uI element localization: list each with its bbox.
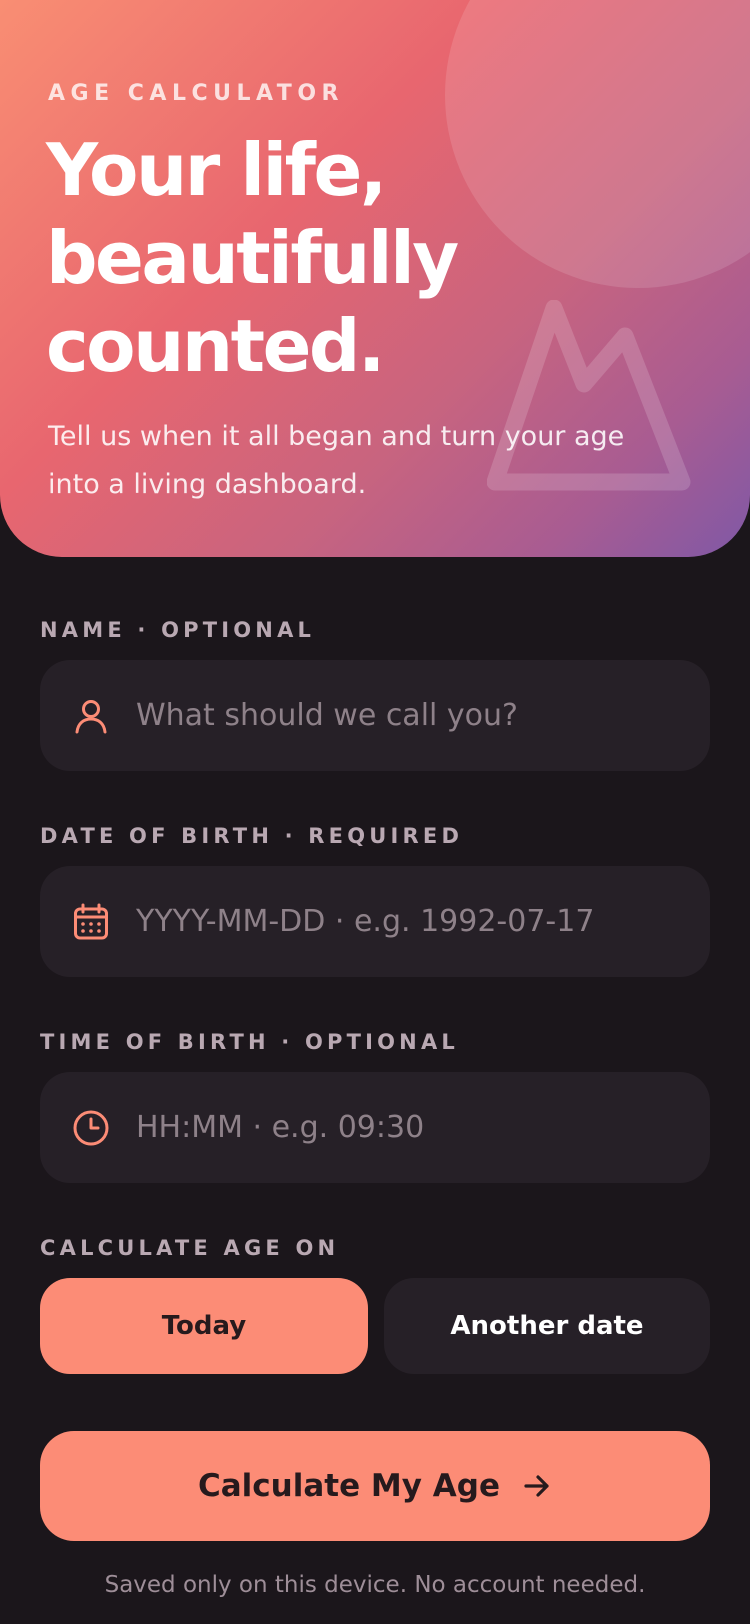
- clock-icon: [73, 1110, 109, 1146]
- hero-subtitle: Tell us when it all began and turn your …: [48, 421, 625, 500]
- privacy-footnote: Saved only on this device. No account ne…: [104, 1572, 646, 1598]
- tob-input[interactable]: [136, 1072, 686, 1183]
- eyebrow-label: AGE CALCULATOR: [48, 81, 344, 106]
- tob-field[interactable]: [40, 1072, 710, 1183]
- calendar-icon: [74, 903, 108, 940]
- dob-field[interactable]: [40, 866, 710, 977]
- hero-banner: AGE CALCULATOR Your life, beautifully co…: [0, 0, 750, 557]
- calculate-button-label: Calculate My Age: [198, 1468, 500, 1504]
- today-option-button[interactable]: Today: [40, 1278, 368, 1374]
- dob-label: DATE OF BIRTH · REQUIRED: [40, 824, 464, 848]
- dob-input[interactable]: [136, 866, 686, 977]
- another-date-option-button[interactable]: Another date: [384, 1278, 710, 1374]
- calculate-button[interactable]: Calculate My Age: [40, 1431, 710, 1541]
- calc-on-label: CALCULATE AGE ON: [40, 1236, 340, 1260]
- name-field[interactable]: [40, 660, 710, 771]
- tob-label: TIME OF BIRTH · OPTIONAL: [40, 1030, 459, 1054]
- person-icon: [75, 700, 107, 734]
- name-input[interactable]: [136, 660, 686, 771]
- arrow-right-icon: [524, 1475, 549, 1497]
- name-label: NAME · OPTIONAL: [40, 618, 316, 642]
- page-title: Your life, beautifully counted.: [46, 128, 459, 388]
